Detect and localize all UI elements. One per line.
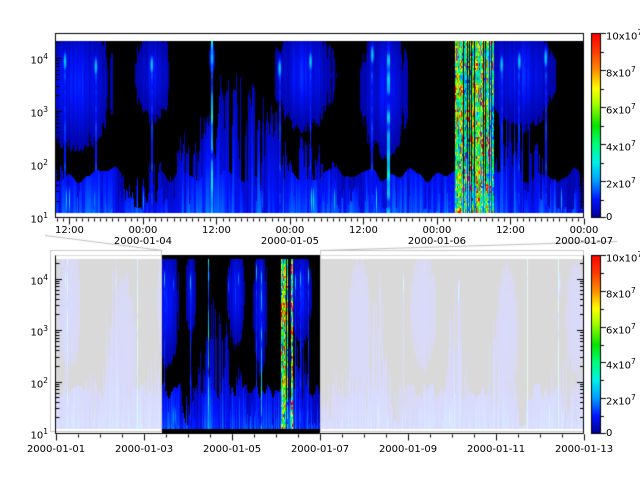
- context-highlight-window: [162, 255, 320, 434]
- detail-colorbar: [591, 33, 601, 218]
- spectrogram-figure: 12:0000:002000-01-0412:0000:002000-01-05…: [0, 0, 640, 480]
- detail-panel-plot-area: [55, 33, 584, 218]
- context-colorbar: [591, 255, 601, 434]
